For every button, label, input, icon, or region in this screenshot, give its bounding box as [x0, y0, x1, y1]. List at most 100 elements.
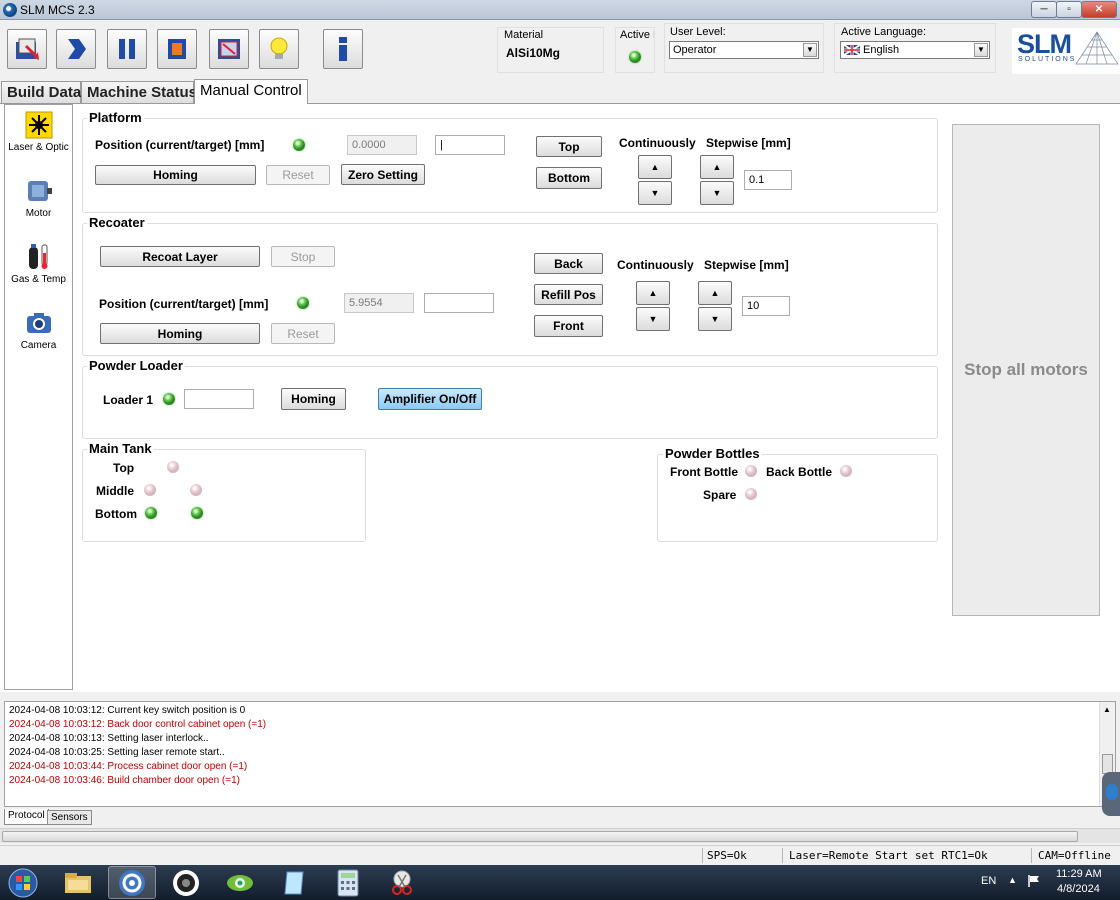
notepad-app-icon — [284, 871, 304, 894]
platform-title: Platform — [87, 110, 144, 125]
scroll-up-icon[interactable]: ▲ — [1103, 705, 1111, 714]
language-box: Active Language: English ▼ — [834, 23, 996, 73]
slm-mcs-icon — [119, 869, 145, 896]
log-line: 2024-04-08 10:03:44: Process cabinet doo… — [9, 761, 248, 772]
stop-button[interactable] — [157, 29, 197, 69]
window-title: SLM MCS 2.3 — [20, 3, 95, 17]
side-dock-handle[interactable] — [1102, 772, 1120, 816]
open-job-icon — [16, 38, 39, 60]
pause-button[interactable] — [107, 29, 147, 69]
recoater-front-button[interactable]: Front — [534, 315, 603, 337]
recoater-step-down-button[interactable]: ▼ — [698, 307, 732, 331]
platform-step-down-button[interactable]: ▼ — [700, 181, 734, 205]
tab-sensors[interactable]: Sensors — [47, 810, 92, 825]
nav-camera[interactable]: Camera — [5, 309, 72, 351]
platform-continuous-up-button[interactable]: ▲ — [638, 155, 672, 179]
platform-target-input[interactable]: | — [435, 135, 505, 155]
start-button[interactable] — [0, 866, 46, 899]
user-level-value: Operator — [673, 44, 717, 56]
tab-protocol[interactable]: Protocol — [4, 809, 49, 825]
tab-build-data[interactable]: Build Data — [1, 81, 81, 103]
loader-1-label: Loader 1 — [103, 393, 154, 407]
platform-step-up-button[interactable]: ▲ — [700, 155, 734, 179]
maximize-button[interactable]: ▫ — [1056, 1, 1082, 18]
main-tank-middle-label: Middle — [96, 484, 134, 498]
recoater-refill-pos-button[interactable]: Refill Pos — [534, 284, 603, 305]
log-line: 2024-04-08 10:03:46: Build chamber door … — [9, 775, 240, 786]
arrow-up-icon: ▲ — [650, 162, 660, 172]
loader-1-input[interactable] — [184, 389, 254, 409]
tray-flag-icon[interactable] — [1027, 874, 1041, 888]
platform-homing-button[interactable]: Homing — [95, 165, 256, 185]
camera-app-icon — [173, 869, 199, 896]
nav-laser-optic[interactable]: Laser & Optic — [5, 111, 72, 153]
dock-icon — [1106, 784, 1118, 800]
recoater-reset-button[interactable]: Reset — [271, 323, 335, 344]
taskbar-slm-mcs[interactable] — [108, 866, 156, 899]
material-value: AlSi10Mg — [506, 46, 561, 60]
platform-current-position: 0.0000 — [347, 135, 417, 155]
active-l-box: Active L — [615, 27, 655, 73]
status-sps: SPS=Ok — [707, 849, 747, 862]
powder-loader-title: Powder Loader — [87, 358, 185, 373]
light-button[interactable] — [259, 29, 299, 69]
stop-all-motors-button[interactable]: Stop all motors — [952, 124, 1100, 616]
arrow-up-icon: ▲ — [712, 162, 722, 172]
open-job-button[interactable] — [7, 29, 47, 69]
loader-homing-button[interactable]: Homing — [281, 388, 346, 410]
recoater-back-button[interactable]: Back — [534, 253, 603, 274]
recoater-target-input[interactable] — [424, 293, 494, 313]
nav-gas-temp-label: Gas & Temp — [11, 274, 66, 285]
recoater-current-position: 5.9554 — [344, 293, 414, 313]
taskbar-calculator[interactable] — [324, 866, 372, 899]
info-button[interactable] — [323, 29, 363, 69]
tray-time[interactable]: 11:29 AM — [1056, 868, 1102, 880]
horizontal-scrollbar[interactable] — [0, 828, 1120, 843]
nav-gas-temp[interactable]: Gas & Temp — [5, 243, 72, 285]
nav-motor[interactable]: Motor — [5, 177, 72, 219]
taskbar-eye-app[interactable] — [216, 866, 264, 899]
recoater-homing-button[interactable]: Homing — [100, 323, 260, 344]
recoater-continuous-down-button[interactable]: ▼ — [636, 307, 670, 331]
user-level-label: User Level: — [670, 26, 726, 38]
platform-step-input[interactable]: 0.1 — [744, 170, 792, 190]
language-value: English — [863, 44, 900, 56]
main-tank-middle-led-2 — [190, 484, 202, 496]
language-label: Active Language: — [841, 26, 927, 38]
main-tank-bottom-led-1 — [145, 507, 157, 519]
platform-zero-setting-button[interactable]: Zero Setting — [341, 164, 425, 185]
tray-date[interactable]: 4/8/2024 — [1057, 883, 1100, 895]
horizontal-scroll-thumb[interactable] — [2, 831, 1078, 842]
start-button[interactable] — [56, 29, 96, 69]
platform-top-button[interactable]: Top — [536, 136, 602, 157]
amplifier-toggle-button[interactable]: Amplifier On/Off — [378, 388, 482, 410]
tray-expand-icon[interactable]: ▲ — [1008, 875, 1017, 885]
tab-machine-status[interactable]: Machine Status — [81, 81, 197, 103]
status-separator — [1031, 848, 1032, 863]
taskbar-camera-app[interactable] — [162, 866, 210, 899]
user-level-select[interactable]: Operator ▼ — [669, 41, 819, 59]
recoater-position-label: Position (current/target) [mm] — [99, 297, 269, 311]
log-scroll-thumb[interactable] — [1102, 754, 1113, 774]
recoater-continuous-up-button[interactable]: ▲ — [636, 281, 670, 305]
language-select[interactable]: English ▼ — [840, 41, 990, 59]
taskbar-notepad-app[interactable] — [270, 866, 318, 899]
platform-reset-button[interactable]: Reset — [266, 165, 330, 185]
tab-manual-control[interactable]: Manual Control — [194, 79, 308, 104]
uk-flag-icon — [844, 45, 860, 55]
monitor-button[interactable] — [209, 29, 249, 69]
platform-bottom-button[interactable]: Bottom — [536, 167, 602, 189]
recoater-continuously-label: Continuously — [617, 258, 694, 272]
recoater-step-input[interactable]: 10 — [742, 296, 790, 316]
minimize-button[interactable]: ─ — [1031, 1, 1057, 18]
close-button[interactable]: ✕ — [1081, 1, 1117, 18]
chevron-down-icon: ▼ — [803, 43, 817, 57]
recoater-stop-button[interactable]: Stop — [271, 246, 335, 267]
recoater-step-up-button[interactable]: ▲ — [698, 281, 732, 305]
taskbar-snipping-tool[interactable] — [378, 866, 426, 899]
recoat-layer-button[interactable]: Recoat Layer — [100, 246, 260, 267]
taskbar-file-explorer[interactable] — [54, 866, 102, 899]
tray-language[interactable]: EN — [981, 875, 996, 887]
material-label: Material — [504, 29, 544, 41]
platform-continuous-down-button[interactable]: ▼ — [638, 181, 672, 205]
